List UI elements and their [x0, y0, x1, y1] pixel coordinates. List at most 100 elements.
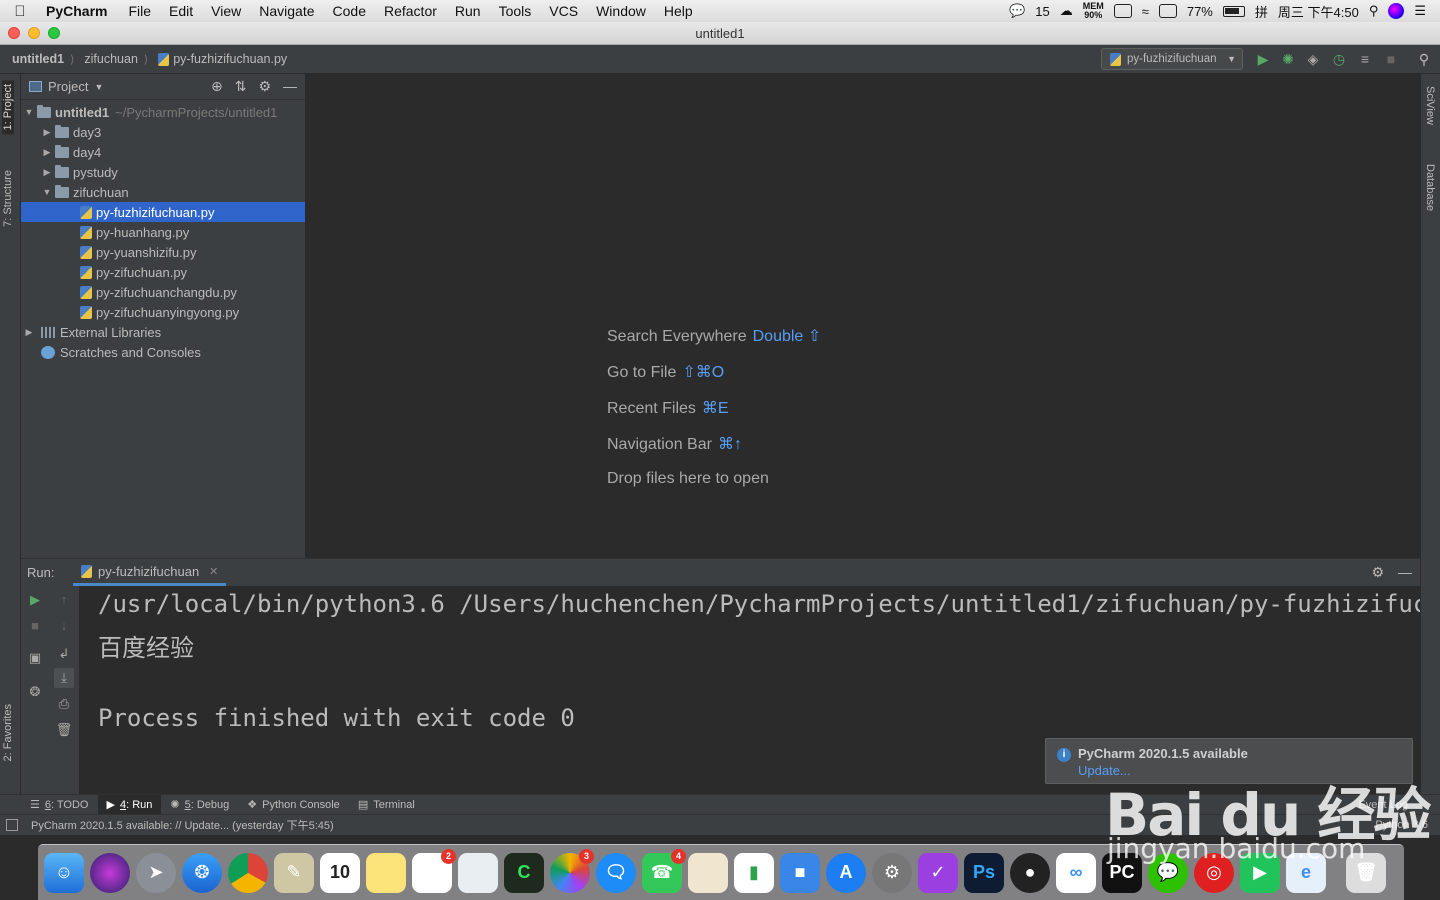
search-everywhere-icon[interactable]: ⚲ — [1416, 51, 1432, 67]
minimize-window-button[interactable] — [28, 27, 40, 39]
menu-refactor[interactable]: Refactor — [375, 3, 446, 19]
down-arrow-icon[interactable]: ↓ — [54, 616, 74, 636]
tab-favorites[interactable]: 2: Favorites — [2, 704, 14, 761]
tab-todo[interactable]: ☰ 6: TODO — [0, 795, 98, 815]
toggle-tool-windows-icon[interactable] — [6, 819, 18, 831]
image-capture-icon[interactable] — [458, 852, 498, 893]
up-arrow-icon[interactable]: ↑ — [54, 590, 74, 610]
calendar-icon[interactable]: 10 — [320, 852, 360, 893]
notification-center-icon[interactable]: ☰ — [1414, 3, 1426, 19]
app-menu[interactable]: PyCharm — [40, 3, 119, 19]
gear-icon[interactable]: ⚙ — [258, 78, 271, 95]
collapsed-arrow-icon[interactable]: ▶ — [23, 327, 35, 338]
print-icon[interactable]: ⎙ — [54, 694, 74, 714]
hide-panel-icon[interactable]: — — [283, 78, 297, 95]
project-view-select[interactable]: Project — [48, 79, 88, 94]
omnifocus-icon[interactable]: ✓ — [918, 852, 958, 893]
system-preferences-icon[interactable]: ⚙ — [872, 852, 912, 893]
netease-music-icon[interactable]: ◎ — [1194, 852, 1234, 893]
menu-edit[interactable]: Edit — [160, 3, 202, 19]
cloud-icon[interactable]: ☁ — [1060, 3, 1073, 19]
run-configuration-select[interactable]: py-fuzhizifuchuan ▼ — [1101, 48, 1243, 70]
wechat-status-icon[interactable]: 💬 — [1009, 3, 1025, 19]
messages-icon[interactable]: 🗨 — [596, 852, 636, 893]
rerun-icon[interactable]: ▶ — [25, 590, 45, 610]
close-tab-icon[interactable]: ✕ — [209, 565, 218, 578]
menu-vcs[interactable]: VCS — [540, 3, 587, 19]
menu-file[interactable]: File — [119, 3, 160, 19]
finder-icon[interactable]: ☺ — [44, 852, 84, 893]
siri-icon[interactable] — [90, 852, 130, 893]
status-message[interactable]: PyCharm 2020.1.5 available: // Update...… — [0, 817, 334, 833]
stop-icon[interactable]: ■ — [1383, 51, 1399, 67]
window-manager-icon[interactable] — [1113, 4, 1132, 18]
breadcrumb-folder[interactable]: zifuchuan — [74, 52, 144, 66]
tree-item-py-fuzhizifuchuan[interactable]: py-fuzhizifuchuan.py — [21, 202, 305, 222]
tab-event-log[interactable]: Event Log — [1358, 799, 1440, 811]
pages-icon[interactable] — [688, 852, 728, 893]
breadcrumb-file[interactable]: py-fuzhizifuchuan.py — [148, 52, 293, 66]
camtasia-icon[interactable]: C — [504, 852, 544, 893]
tab-project[interactable]: 1: Project — [2, 80, 14, 135]
zoom-window-button[interactable] — [48, 27, 60, 39]
wifi-icon[interactable]: ≈ — [1142, 4, 1149, 19]
keynote-icon[interactable]: ■ — [780, 852, 820, 893]
tab-structure[interactable]: 7: Structure — [2, 170, 14, 227]
collapsed-arrow-icon[interactable]: ▶ — [41, 167, 53, 178]
iqiyi-icon[interactable]: ▶ — [1240, 852, 1280, 893]
tree-item-py-zifuchuan[interactable]: py-zifuchuan.py — [21, 262, 305, 282]
layout-icon[interactable]: ▣ — [25, 648, 45, 668]
close-window-button[interactable] — [8, 27, 20, 39]
hide-panel-icon[interactable]: — — [1398, 564, 1412, 581]
expanded-arrow-icon[interactable]: ▼ — [23, 107, 35, 117]
collapsed-arrow-icon[interactable]: ▶ — [41, 147, 53, 158]
reminders-icon[interactable]: 2 — [412, 848, 456, 893]
menu-window[interactable]: Window — [587, 3, 655, 19]
tab-python-console[interactable]: ❖ Python Console — [238, 795, 349, 815]
photoshop-icon[interactable]: Ps — [964, 852, 1004, 893]
menu-tools[interactable]: Tools — [490, 3, 541, 19]
soft-wrap-icon[interactable]: ↲ — [54, 644, 74, 664]
qq-icon[interactable]: ● — [1010, 852, 1050, 893]
spotlight-search-icon[interactable]: ⚲ — [1369, 3, 1379, 19]
menu-run[interactable]: Run — [446, 3, 490, 19]
tab-run[interactable]: ▶ 4: Run — [97, 794, 162, 815]
menu-view[interactable]: View — [202, 3, 250, 19]
siri-icon[interactable] — [1388, 3, 1405, 19]
concurrency-icon[interactable]: ≡ — [1357, 51, 1373, 67]
trash-icon[interactable]: 🗑 — [1346, 852, 1386, 893]
pycharm-icon[interactable]: PC — [1102, 852, 1142, 893]
profile-icon[interactable]: ◷ — [1331, 51, 1347, 67]
menu-code[interactable]: Code — [324, 3, 375, 19]
tree-item-py-huanhang[interactable]: py-huanhang.py — [21, 222, 305, 242]
editor-area[interactable]: Search Everywhere Double ⇧ Go to File ⇧⌘O … — [306, 74, 1420, 558]
tree-item-scratches[interactable]: Scratches and Consoles — [21, 342, 305, 362]
pin-icon[interactable]: ❂ — [25, 682, 45, 702]
tree-item-pystudy[interactable]: ▶ pystudy — [21, 162, 305, 182]
photos-icon[interactable]: 3 — [550, 848, 594, 893]
facetime-icon[interactable]: ☎ 4 — [642, 848, 686, 893]
menu-navigate[interactable]: Navigate — [250, 3, 323, 19]
stop-icon[interactable]: ■ — [25, 616, 45, 636]
launchpad-icon[interactable]: ➤ — [136, 852, 176, 893]
tree-item-day3[interactable]: ▶ day3 — [21, 122, 305, 142]
expanded-arrow-icon[interactable]: ▼ — [41, 187, 53, 197]
app-store-icon[interactable]: A — [826, 852, 866, 893]
tree-item-py-zifuchuanyingyong[interactable]: py-zifuchuanyingyong.py — [21, 302, 305, 322]
tree-item-external-libraries[interactable]: ▶ External Libraries — [21, 322, 305, 342]
scroll-to-end-icon[interactable]: ⤓ — [54, 668, 74, 688]
run-tab[interactable]: py-fuzhizifuchuan ✕ — [73, 559, 227, 586]
coverage-icon[interactable]: ◈ — [1305, 51, 1321, 67]
chevron-down-icon[interactable]: ▼ — [94, 82, 103, 92]
gear-icon[interactable]: ⚙ — [1371, 564, 1384, 581]
tab-database[interactable]: Database — [1424, 164, 1436, 211]
tab-debug[interactable]: ✺ 5: Debug — [161, 795, 238, 815]
tree-item-zifuchuan[interactable]: ▼ zifuchuan — [21, 182, 305, 202]
notes-icon[interactable] — [366, 852, 406, 893]
tree-item-py-zifuchuanchangdu[interactable]: py-zifuchuanchangdu.py — [21, 282, 305, 302]
collapse-all-icon[interactable]: ⇅ — [235, 78, 247, 95]
numbers-icon[interactable]: ▮ — [734, 852, 774, 893]
airplay-icon[interactable] — [1158, 4, 1177, 18]
tab-sciview[interactable]: SciView — [1424, 86, 1436, 125]
tree-item-untitled1[interactable]: ▼ untitled1 ~/PycharmProjects/untitled1 — [21, 102, 305, 122]
